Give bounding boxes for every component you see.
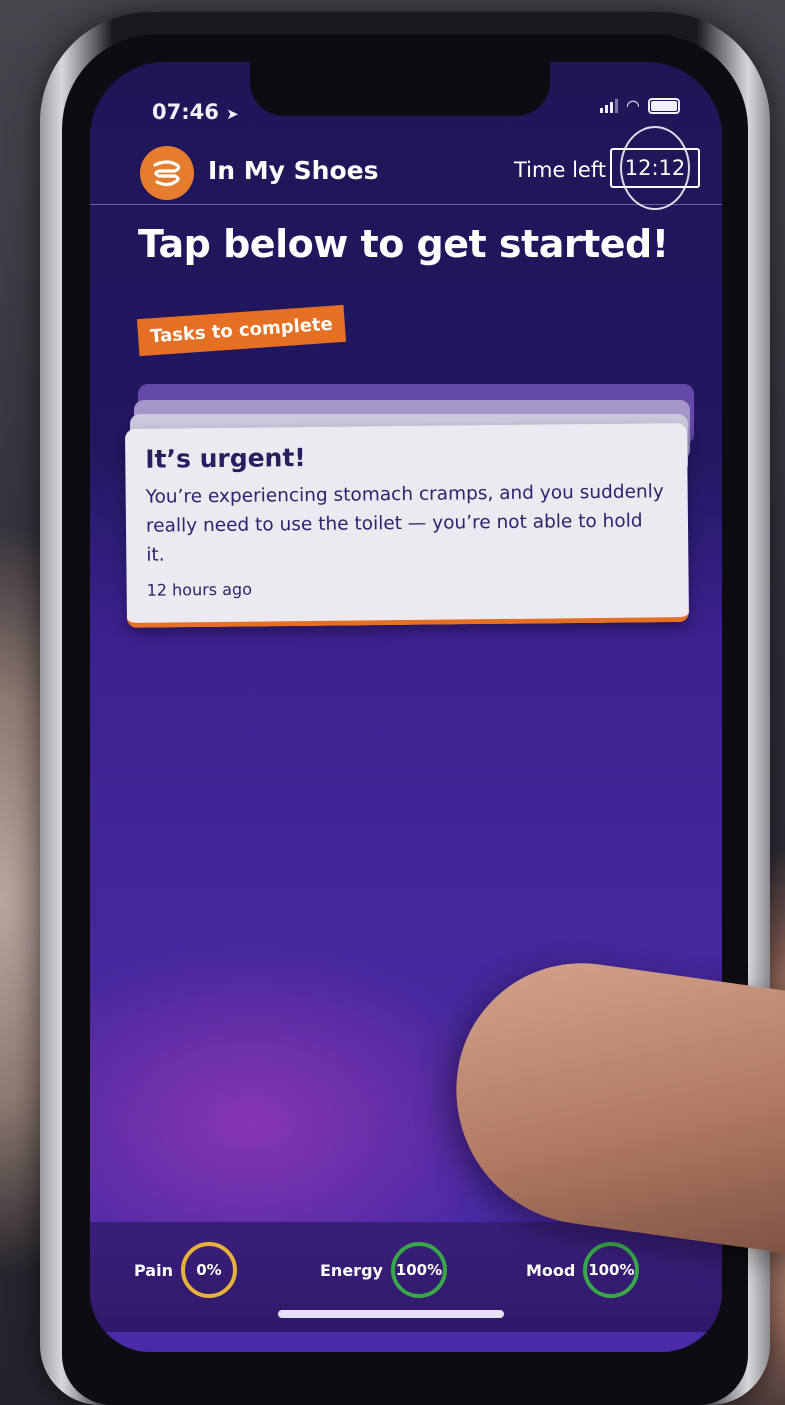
- status-time: 07:46 ➤: [152, 100, 239, 124]
- wifi-icon: ◠: [626, 96, 640, 115]
- time-left-label: Time left: [514, 158, 607, 182]
- stat-mood-label: Mood: [526, 1260, 576, 1280]
- tasks-to-complete-tag: Tasks to complete: [136, 304, 346, 357]
- intestine-icon: [153, 160, 181, 187]
- location-arrow-icon: ➤: [226, 105, 239, 123]
- time-left-value: 12:12: [610, 148, 700, 188]
- task-card-body: You’re experiencing stomach cramps, and …: [145, 481, 664, 566]
- stat-pain-ring: 0%: [180, 1242, 237, 1298]
- app-logo-icon: [140, 146, 194, 200]
- battery-icon: [648, 98, 680, 114]
- stat-energy: Energy 100%: [320, 1242, 447, 1298]
- status-icons: ◠: [600, 98, 680, 114]
- stat-mood-ring: 100%: [583, 1242, 640, 1298]
- task-card-timestamp: 12 hours ago: [146, 579, 253, 600]
- stat-pain-label: Pain: [134, 1260, 173, 1280]
- stat-mood: Mood 100%: [526, 1242, 640, 1298]
- task-card[interactable]: It’s urgent! You’re experiencing stomach…: [124, 423, 690, 628]
- page-title: Tap below to get started!: [138, 222, 669, 266]
- app-title: In My Shoes: [208, 156, 379, 185]
- home-indicator[interactable]: [278, 1310, 504, 1318]
- cellular-signal-icon: [600, 99, 619, 113]
- stat-pain: Pain 0%: [134, 1242, 237, 1298]
- status-time-text: 07:46: [152, 100, 219, 124]
- stat-energy-label: Energy: [320, 1260, 383, 1280]
- task-card-title: It’s urgent!: [145, 443, 306, 474]
- app-header: In My Shoes Time left 12:12: [90, 126, 722, 210]
- notch: [250, 62, 550, 116]
- stat-energy-ring: 100%: [390, 1242, 447, 1298]
